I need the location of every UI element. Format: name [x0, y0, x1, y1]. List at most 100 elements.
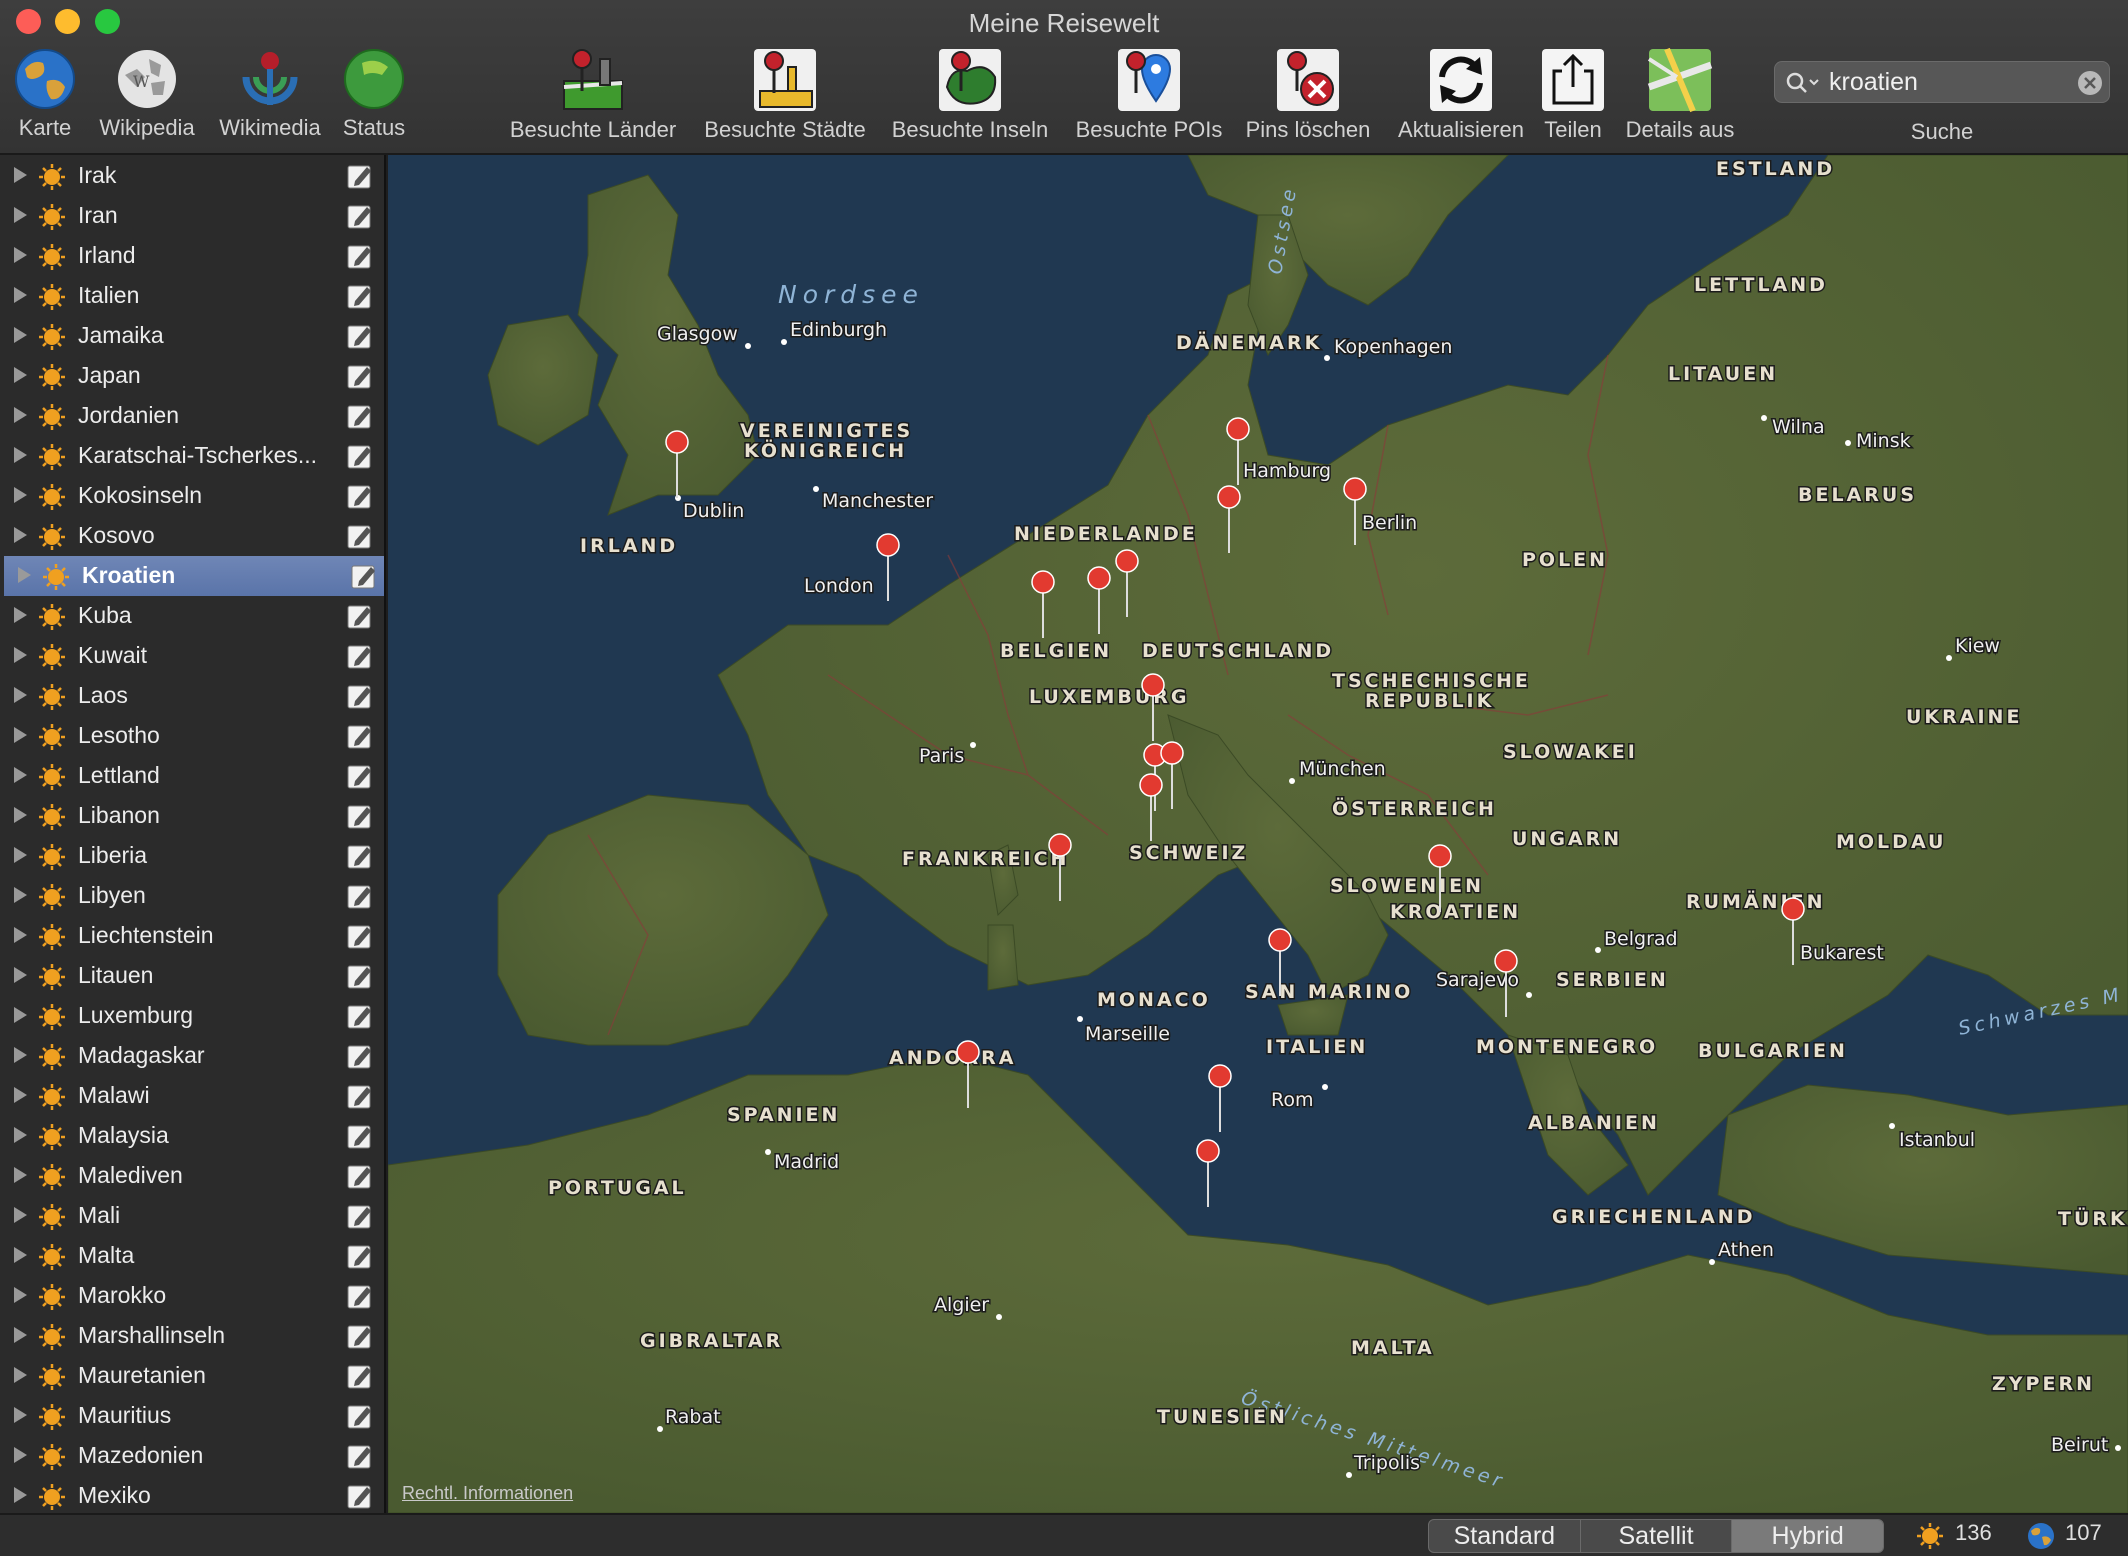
sidebar-item[interactable]: Lesotho [0, 716, 384, 756]
edit-note-icon[interactable] [345, 1441, 375, 1471]
toolbar-status-button[interactable]: Status [334, 47, 414, 147]
disclosure-triangle-icon[interactable] [14, 807, 27, 823]
sidebar-item[interactable]: Kuwait [0, 636, 384, 676]
sidebar-item[interactable]: Mali [0, 1196, 384, 1236]
disclosure-triangle-icon[interactable] [14, 1287, 27, 1303]
disclosure-triangle-icon[interactable] [14, 727, 27, 743]
disclosure-triangle-icon[interactable] [14, 1087, 27, 1103]
disclosure-triangle-icon[interactable] [14, 1447, 27, 1463]
edit-note-icon[interactable] [345, 801, 375, 831]
sidebar-item[interactable]: Kuba [0, 596, 384, 636]
disclosure-triangle-icon[interactable] [14, 1007, 27, 1023]
disclosure-triangle-icon[interactable] [14, 607, 27, 623]
edit-note-icon[interactable] [345, 321, 375, 351]
disclosure-triangle-icon[interactable] [14, 1047, 27, 1063]
toolbar-wikipedia-button[interactable]: W Wikipedia [92, 47, 202, 147]
disclosure-triangle-icon[interactable] [14, 647, 27, 663]
edit-note-icon[interactable] [345, 481, 375, 511]
toolbar-wikimedia-button[interactable]: Wikimedia [214, 47, 326, 147]
edit-note-icon[interactable] [345, 1001, 375, 1031]
sidebar-item[interactable]: Marokko [0, 1276, 384, 1316]
disclosure-triangle-icon[interactable] [14, 1127, 27, 1143]
sidebar-item[interactable]: Lettland [0, 756, 384, 796]
edit-note-icon[interactable] [345, 1121, 375, 1151]
map-view[interactable]: Nordsee Ostsee Schwarzes M Östliches Mit… [388, 155, 2128, 1513]
disclosure-triangle-icon[interactable] [14, 287, 27, 303]
sidebar-item[interactable]: Iran [0, 196, 384, 236]
disclosure-triangle-icon[interactable] [14, 1487, 27, 1503]
disclosure-triangle-icon[interactable] [18, 567, 31, 583]
edit-note-icon[interactable] [345, 681, 375, 711]
toolbar-besuchte-pois-button[interactable]: Besuchte POIs [1066, 47, 1232, 147]
edit-note-icon[interactable] [345, 641, 375, 671]
edit-note-icon[interactable] [345, 361, 375, 391]
edit-note-icon[interactable] [345, 721, 375, 751]
sidebar-item[interactable]: Malawi [0, 1076, 384, 1116]
sidebar-item[interactable]: Marshallinseln [0, 1316, 384, 1356]
map-mode-hybrid[interactable]: Hybrid [1732, 1520, 1883, 1552]
map-mode-selector[interactable]: Standard Satellit Hybrid [1428, 1519, 1884, 1553]
edit-note-icon[interactable] [345, 1081, 375, 1111]
disclosure-triangle-icon[interactable] [14, 767, 27, 783]
sidebar-item[interactable]: Kroatien [4, 556, 384, 596]
sidebar-item[interactable]: Mauritius [0, 1396, 384, 1436]
disclosure-triangle-icon[interactable] [14, 247, 27, 263]
hybrid-map[interactable]: Nordsee Ostsee Schwarzes M Östliches Mit… [388, 155, 2128, 1513]
toolbar-besuchte-inseln-button[interactable]: Besuchte Inseln [884, 47, 1056, 147]
sidebar-item[interactable]: Mauretanien [0, 1356, 384, 1396]
sidebar-item[interactable]: Liechtenstein [0, 916, 384, 956]
toolbar-karte-button[interactable]: Karte [8, 47, 82, 147]
toolbar-teilen-button[interactable]: Teilen [1538, 47, 1608, 147]
sidebar-item[interactable]: Malta [0, 1236, 384, 1276]
edit-note-icon[interactable] [345, 1401, 375, 1431]
disclosure-triangle-icon[interactable] [14, 1367, 27, 1383]
edit-note-icon[interactable] [345, 201, 375, 231]
edit-note-icon[interactable] [345, 241, 375, 271]
edit-note-icon[interactable] [345, 401, 375, 431]
disclosure-triangle-icon[interactable] [14, 487, 27, 503]
map-mode-standard[interactable]: Standard [1429, 1520, 1581, 1552]
edit-note-icon[interactable] [345, 761, 375, 791]
disclosure-triangle-icon[interactable] [14, 887, 27, 903]
edit-note-icon[interactable] [345, 1161, 375, 1191]
disclosure-triangle-icon[interactable] [14, 407, 27, 423]
sidebar-item[interactable]: Litauen [0, 956, 384, 996]
edit-note-icon[interactable] [345, 841, 375, 871]
clear-search-icon[interactable] [2077, 70, 2103, 96]
toolbar-pins-loeschen-button[interactable]: Pins löschen [1240, 47, 1376, 147]
country-list[interactable]: Irak Iran Irland Italien Jamaika Japan Jordani… [0, 155, 386, 1513]
sidebar-item[interactable]: Liberia [0, 836, 384, 876]
edit-note-icon[interactable] [345, 961, 375, 991]
edit-note-icon[interactable] [349, 561, 379, 591]
sidebar-item[interactable]: Irak [0, 156, 384, 196]
map-mode-satellit[interactable]: Satellit [1581, 1520, 1733, 1552]
disclosure-triangle-icon[interactable] [14, 1207, 27, 1223]
disclosure-triangle-icon[interactable] [14, 1167, 27, 1183]
sidebar-item[interactable]: Mazedonien [0, 1436, 384, 1476]
search-input[interactable] [1829, 66, 2049, 98]
disclosure-triangle-icon[interactable] [14, 207, 27, 223]
disclosure-triangle-icon[interactable] [14, 927, 27, 943]
legal-info-link[interactable]: Rechtl. Informationen [402, 1483, 573, 1504]
sidebar-item[interactable]: Japan [0, 356, 384, 396]
disclosure-triangle-icon[interactable] [14, 367, 27, 383]
disclosure-triangle-icon[interactable] [14, 1247, 27, 1263]
disclosure-triangle-icon[interactable] [14, 1327, 27, 1343]
disclosure-triangle-icon[interactable] [14, 1407, 27, 1423]
toolbar-besuchte-laender-button[interactable]: Besuchte Länder [500, 47, 686, 147]
edit-note-icon[interactable] [345, 1321, 375, 1351]
edit-note-icon[interactable] [345, 441, 375, 471]
sidebar-item[interactable]: Libyen [0, 876, 384, 916]
sidebar-item[interactable]: Kosovo [0, 516, 384, 556]
disclosure-triangle-icon[interactable] [14, 847, 27, 863]
edit-note-icon[interactable] [345, 921, 375, 951]
edit-note-icon[interactable] [345, 1361, 375, 1391]
toolbar-details-aus-button[interactable]: Details aus [1620, 47, 1740, 147]
disclosure-triangle-icon[interactable] [14, 327, 27, 343]
sidebar-item[interactable]: Jordanien [0, 396, 384, 436]
edit-note-icon[interactable] [345, 1481, 375, 1511]
sidebar-item[interactable]: Luxemburg [0, 996, 384, 1036]
toolbar-aktualisieren-button[interactable]: Aktualisieren [1392, 47, 1530, 147]
sidebar-item[interactable]: Karatschai-Tscherkes... [0, 436, 384, 476]
search-field[interactable] [1774, 61, 2110, 103]
